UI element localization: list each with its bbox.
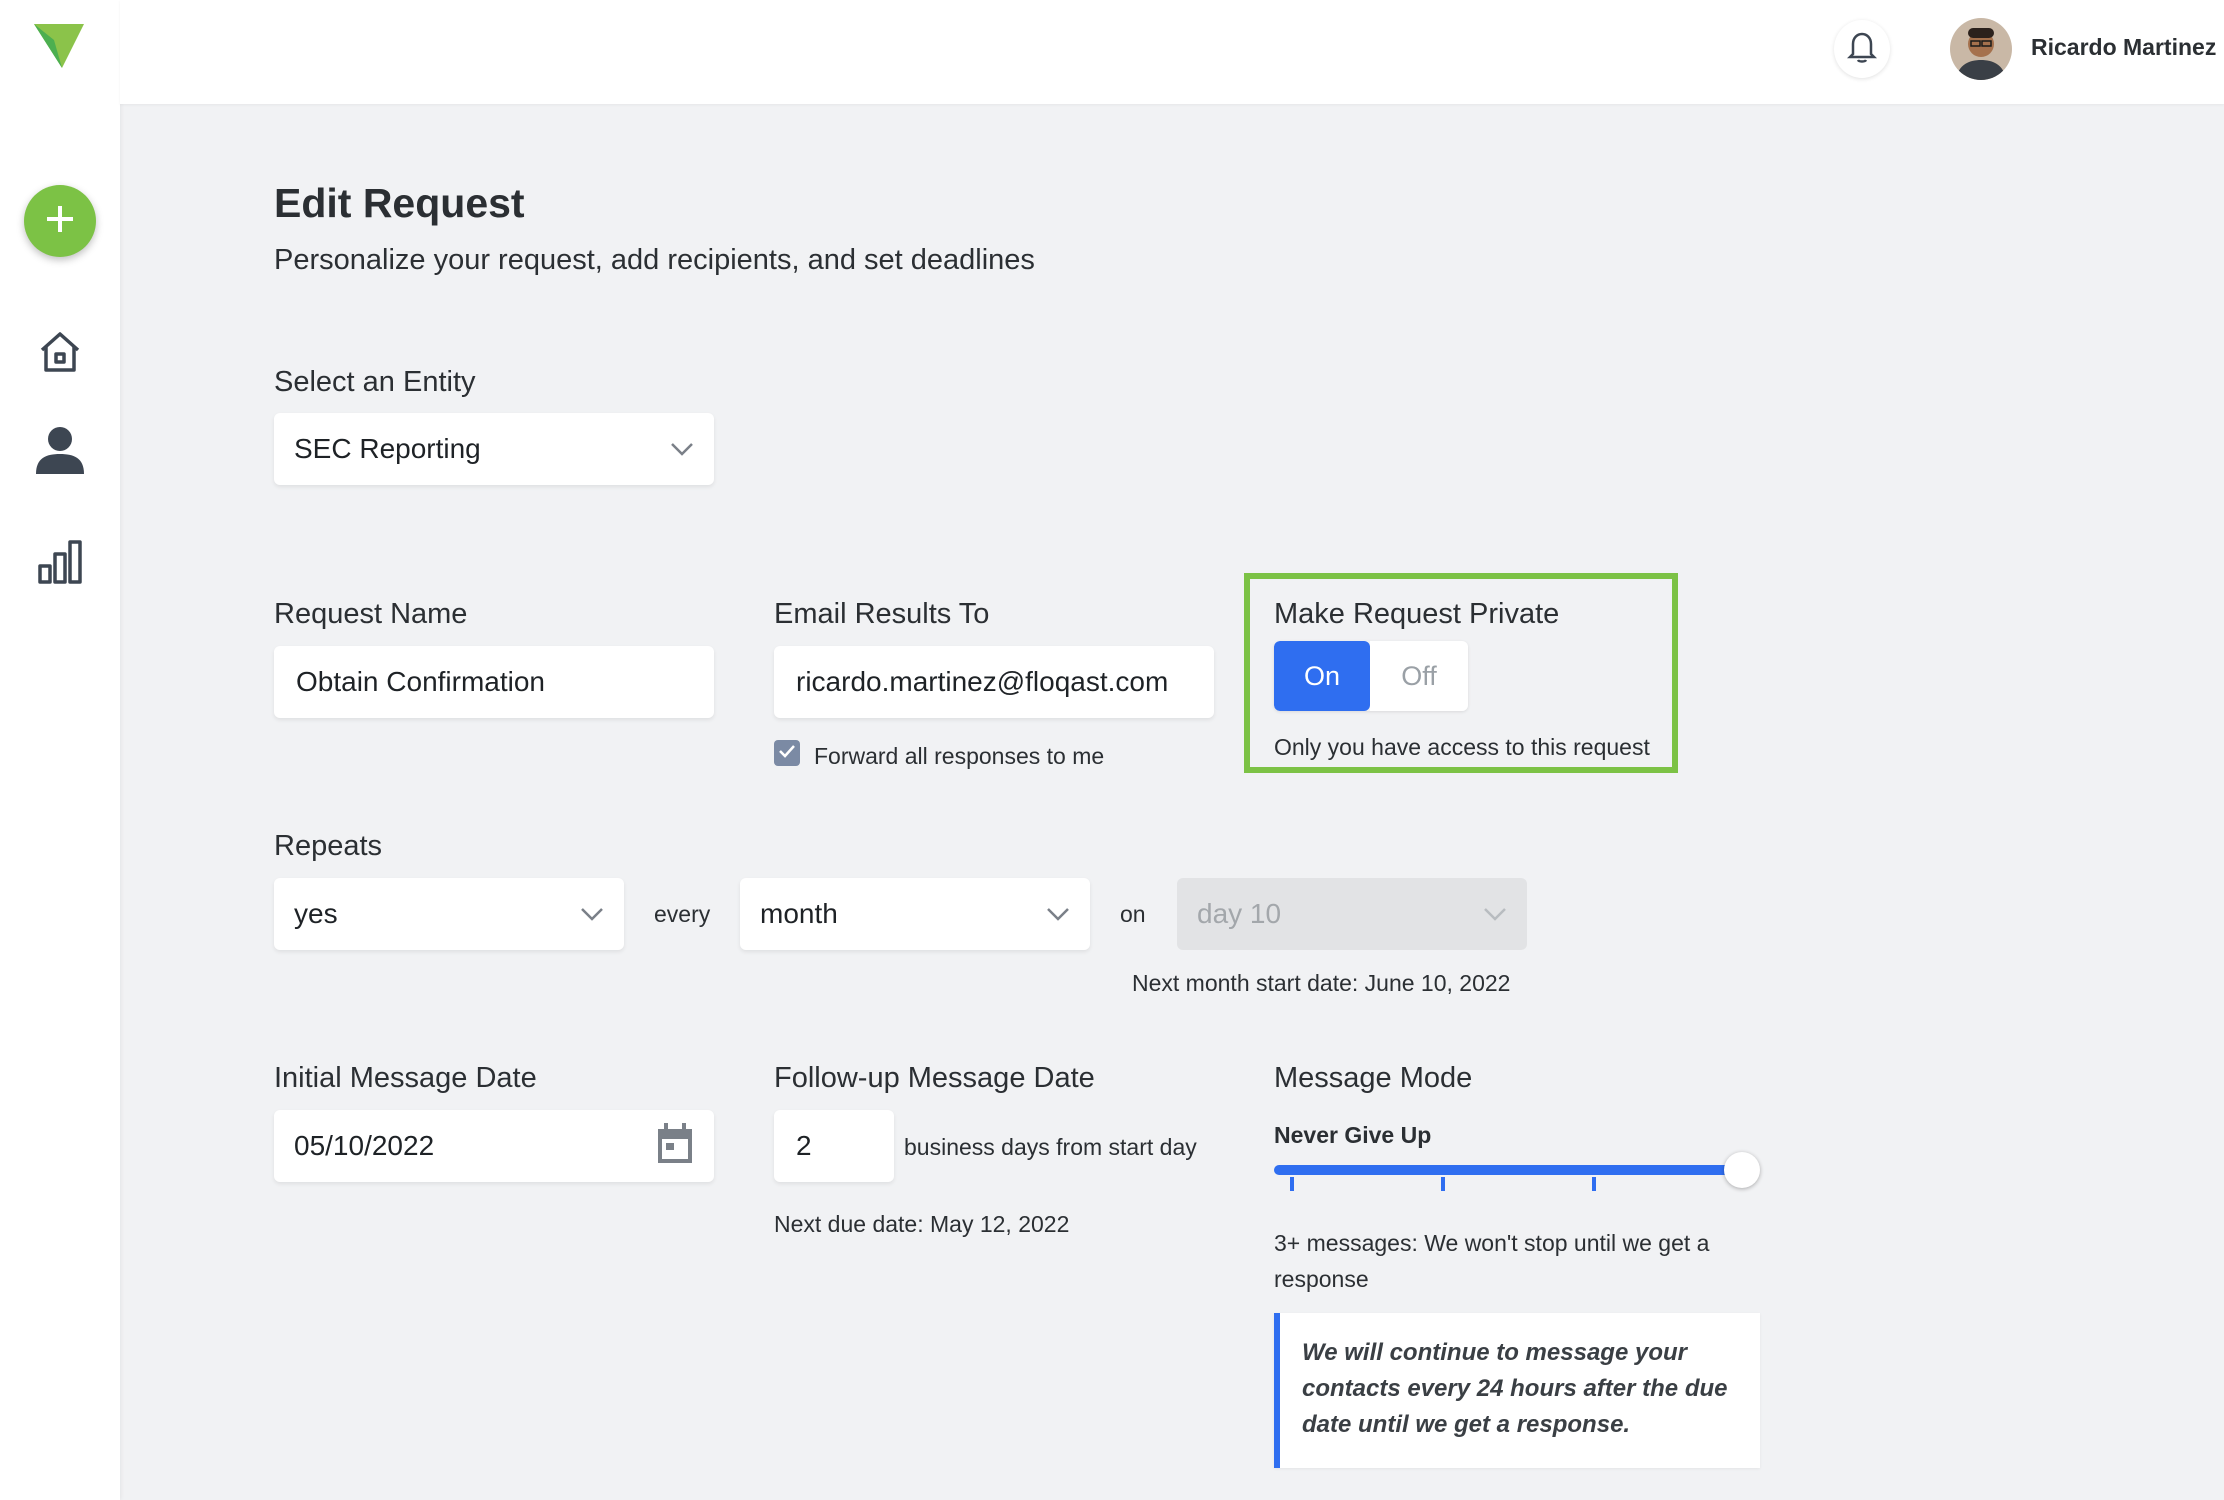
request-name-input[interactable]: Obtain Confirmation [274, 646, 714, 718]
email-results-input[interactable]: ricardo.martinez@floqast.com [774, 646, 1214, 718]
repeats-value: yes [294, 898, 338, 929]
slider-tick [1592, 1177, 1596, 1191]
message-mode-description: 3+ messages: We won't stop until we get … [1274, 1230, 1710, 1292]
on-label: on [1120, 901, 1146, 927]
private-on-button[interactable]: On [1274, 641, 1370, 711]
avatar[interactable] [1950, 18, 2012, 80]
private-note: Only you have access to this request [1274, 734, 1650, 760]
user-name[interactable]: Ricardo Martinez [2031, 34, 2216, 61]
entity-select[interactable]: SEC Reporting [274, 413, 714, 485]
followup-suffix: business days from start day [904, 1134, 1197, 1160]
notifications-button[interactable] [1834, 20, 1890, 78]
check-icon [778, 744, 796, 763]
initial-message-label: Initial Message Date [274, 1062, 537, 1094]
person-icon[interactable] [32, 422, 88, 478]
slider-thumb[interactable] [1724, 1152, 1760, 1188]
callout-line: date until we get a response. [1302, 1411, 1631, 1438]
page-subtitle: Personalize your request, add recipients… [274, 244, 1035, 276]
page-title: Edit Request [274, 180, 525, 226]
message-mode-value: Never Give Up [1274, 1122, 1432, 1148]
topbar [120, 0, 2224, 104]
calendar-icon[interactable] [656, 1122, 694, 1170]
repeats-select[interactable]: yes [274, 878, 624, 950]
add-button[interactable] [24, 185, 96, 257]
private-off-button[interactable]: Off [1370, 641, 1468, 711]
day-value: day 10 [1197, 898, 1282, 929]
period-value: month [760, 898, 838, 929]
plus-icon [44, 203, 76, 240]
chevron-down-icon [580, 907, 604, 921]
repeats-label: Repeats [274, 830, 383, 862]
request-name-label: Request Name [274, 598, 468, 630]
message-mode-slider[interactable] [1274, 1165, 1742, 1175]
followup-days-input[interactable]: 2 [774, 1110, 894, 1182]
message-mode-label: Message Mode [1274, 1062, 1473, 1094]
logo-icon[interactable] [34, 24, 84, 75]
forward-label[interactable]: Forward all responses to me [814, 743, 1104, 770]
next-due-date: Next due date: May 12, 2022 [774, 1211, 1070, 1237]
chevron-down-icon [1483, 907, 1507, 921]
private-toggle: On Off [1274, 641, 1468, 711]
email-results-label: Email Results To [774, 598, 990, 630]
chevron-down-icon [1046, 907, 1070, 921]
every-label: every [654, 901, 711, 927]
home-icon[interactable] [32, 324, 88, 380]
initial-message-value: 05/10/2022 [294, 1130, 435, 1161]
chart-icon[interactable] [32, 534, 88, 590]
entity-value: SEC Reporting [294, 433, 481, 464]
next-start-date: Next month start date: June 10, 2022 [1132, 970, 1511, 996]
bell-icon [1846, 30, 1878, 69]
private-label: Make Request Private [1274, 598, 1560, 630]
callout-line: contacts every 24 hours after the due [1302, 1375, 1728, 1402]
chevron-down-icon [670, 442, 694, 456]
callout-line: We will continue to message your [1302, 1339, 1687, 1366]
followup-label: Follow-up Message Date [774, 1062, 1095, 1094]
day-select: day 10 [1177, 878, 1527, 950]
forward-checkbox[interactable] [774, 740, 800, 766]
slider-tick [1441, 1177, 1445, 1191]
initial-message-input[interactable]: 05/10/2022 [274, 1110, 714, 1182]
slider-tick [1290, 1177, 1294, 1191]
message-mode-callout: We will continue to message your contact… [1274, 1313, 1760, 1468]
period-select[interactable]: month [740, 878, 1090, 950]
entity-label: Select an Entity [274, 366, 476, 398]
